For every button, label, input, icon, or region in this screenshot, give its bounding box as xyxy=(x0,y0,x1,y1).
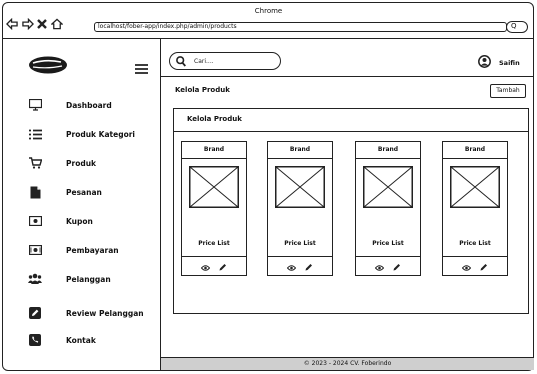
edit-pencil-icon[interactable] xyxy=(219,256,227,275)
browser-search-button[interactable]: Q xyxy=(506,21,528,33)
sidebar-item-label: Pembayaran xyxy=(66,245,119,255)
monitor-icon xyxy=(28,98,42,112)
sidebar-item-pelanggan[interactable]: Pelanggan xyxy=(28,271,111,287)
close-icon[interactable] xyxy=(36,18,48,30)
cart-icon xyxy=(28,156,42,170)
view-eye-icon[interactable] xyxy=(286,256,297,275)
sidebar-item-label: Pesanan xyxy=(66,187,102,197)
sidebar-item-kontak[interactable]: Kontak xyxy=(28,332,96,348)
product-price: Price List xyxy=(284,240,316,247)
product-card: Brand Price List xyxy=(355,141,421,276)
sidebar-item-label: Kupon xyxy=(66,216,93,226)
browser-title: Chrome xyxy=(254,7,283,15)
product-card: Brand Price List xyxy=(267,141,333,276)
sidebar-item-produk-kategori[interactable]: Produk Kategori xyxy=(28,126,135,142)
image-placeholder-icon xyxy=(275,166,325,208)
sidebar-item-pesanan[interactable]: Pesanan xyxy=(28,184,102,200)
product-brand: Brand xyxy=(356,142,420,159)
product-card: Brand Price List xyxy=(442,141,508,276)
header-divider xyxy=(161,76,533,77)
chrome-divider xyxy=(3,38,533,39)
list-icon xyxy=(28,127,42,141)
sidebar-item-label: Dashboard xyxy=(66,100,112,110)
page-title: Kelola Produk xyxy=(175,86,230,94)
product-price: Price List xyxy=(198,240,230,247)
footer: © 2023 - 2024 CV. Foberindo xyxy=(161,357,534,370)
product-price: Price List xyxy=(459,240,491,247)
add-product-button[interactable]: Tambah xyxy=(490,84,526,98)
home-icon[interactable] xyxy=(51,18,63,30)
phone-icon xyxy=(28,333,42,347)
users-icon xyxy=(28,272,42,286)
sidebar-item-label: Review Pelanggan xyxy=(66,308,144,318)
sidebar-item-label: Produk xyxy=(66,158,97,168)
image-placeholder-icon xyxy=(363,166,413,208)
product-price: Price List xyxy=(372,240,404,247)
sidebar-item-produk[interactable]: Produk xyxy=(28,155,96,171)
search-placeholder: Cari.... xyxy=(194,57,214,65)
edit-icon xyxy=(28,306,42,320)
user-name: Saifin xyxy=(499,58,520,67)
address-bar[interactable]: localhost/fober-app/index.php/admin/prod… xyxy=(94,22,507,32)
user-avatar-icon xyxy=(478,53,491,72)
product-brand: Brand xyxy=(182,142,246,159)
edit-pencil-icon[interactable] xyxy=(393,256,401,275)
sidebar-item-label: Pelanggan xyxy=(66,274,111,284)
product-brand: Brand xyxy=(443,142,507,159)
sidebar-item-pembayaran[interactable]: Pembayaran xyxy=(28,242,119,258)
search-input[interactable]: Cari.... xyxy=(169,52,281,70)
sidebar-item-review-pelanggan[interactable]: Review Pelanggan xyxy=(28,305,144,321)
sidebar-item-label: Kontak xyxy=(66,335,96,345)
forward-arrow-icon[interactable] xyxy=(22,18,34,30)
brand-logo-icon[interactable] xyxy=(28,55,68,79)
image-placeholder-icon xyxy=(450,166,500,208)
product-brand: Brand xyxy=(268,142,332,159)
image-placeholder-icon xyxy=(189,166,239,208)
document-icon xyxy=(28,185,42,199)
ticket-icon xyxy=(28,214,42,228)
edit-pencil-icon[interactable] xyxy=(305,256,313,275)
sidebar-divider xyxy=(160,39,161,370)
money-icon xyxy=(28,243,42,257)
product-card: Brand Price List xyxy=(181,141,247,276)
hamburger-icon[interactable] xyxy=(135,59,148,78)
user-menu[interactable]: Saifin xyxy=(478,53,520,72)
view-eye-icon[interactable] xyxy=(374,256,385,275)
edit-pencil-icon[interactable] xyxy=(480,256,488,275)
view-eye-icon[interactable] xyxy=(200,256,211,275)
view-eye-icon[interactable] xyxy=(461,256,472,275)
panel-title: Kelola Produk xyxy=(187,115,242,123)
search-icon xyxy=(176,52,186,71)
sidebar-item-label: Produk Kategori xyxy=(66,129,135,139)
sidebar-item-dashboard[interactable]: Dashboard xyxy=(28,97,112,113)
back-arrow-icon[interactable] xyxy=(6,18,18,30)
sidebar-item-kupon[interactable]: Kupon xyxy=(28,213,93,229)
panel-divider xyxy=(174,131,528,132)
